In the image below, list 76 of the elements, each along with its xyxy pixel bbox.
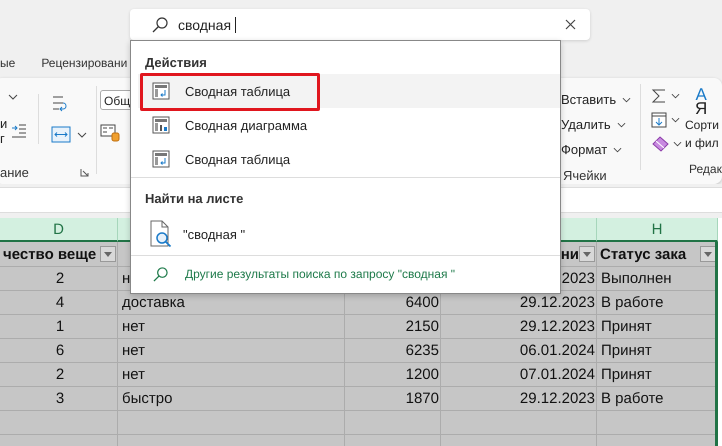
table-cell: 06.01.2024 — [441, 339, 597, 363]
table-cell: В работе — [597, 291, 718, 315]
section-title: Найти на листе — [145, 190, 244, 208]
caret-icon[interactable] — [613, 146, 622, 152]
table-cell: 2 — [0, 267, 118, 291]
ribbon-button[interactable]: Удалить — [561, 117, 611, 132]
table-cell: Выполнен — [597, 267, 718, 291]
sort-button-label[interactable]: Сорти — [685, 116, 719, 134]
table-cell: 1200 — [345, 363, 441, 387]
pivot-table-icon — [152, 150, 170, 168]
sort-button-label[interactable]: и фил — [685, 134, 719, 152]
caret-icon[interactable] — [671, 93, 680, 99]
ribbon-tab[interactable]: Рецензировани — [41, 56, 128, 70]
table-cell: Принят — [597, 339, 718, 363]
search-field[interactable]: сводная — [130, 9, 590, 40]
table-cell: нет — [118, 339, 345, 363]
caret-icon[interactable] — [673, 141, 682, 147]
table-cell: 1 — [0, 315, 118, 339]
button-label-fragment: г — [0, 131, 6, 146]
dialog-launcher-icon[interactable] — [80, 168, 89, 176]
table-cell: нет — [118, 315, 345, 339]
caret-icon[interactable] — [622, 96, 632, 102]
wrap-text-icon[interactable] — [51, 94, 69, 114]
search-icon — [153, 266, 168, 282]
indent-icon[interactable] — [11, 124, 28, 138]
close-icon[interactable] — [565, 19, 576, 30]
result-item[interactable]: "сводная " — [138, 214, 560, 254]
ribbon-button[interactable]: Формат — [561, 142, 608, 157]
table-cell: 4 — [0, 291, 118, 315]
filter-button[interactable] — [100, 246, 116, 262]
ribbon-tab[interactable]: ые — [0, 56, 16, 70]
eraser-icon[interactable] — [651, 136, 669, 152]
table-cell: Принят — [597, 363, 718, 387]
filter-button[interactable] — [579, 246, 595, 262]
header-text: ни — [560, 246, 579, 262]
pivot-table-icon — [152, 82, 170, 100]
caret-icon[interactable] — [616, 122, 626, 128]
table-cell: 29.12.2023 — [441, 387, 597, 411]
result-item[interactable]: Сводная диаграмма — [138, 108, 560, 142]
table-cell: 07.01.2024 — [441, 363, 597, 387]
result-item[interactable]: Сводная таблица — [138, 74, 560, 108]
result-item[interactable]: Сводная таблица — [138, 142, 560, 176]
sum-icon[interactable] — [651, 88, 667, 104]
section-title: Действия — [145, 54, 207, 72]
table-cell: 29.12.2023 — [441, 291, 597, 315]
column-header[interactable]: H — [597, 218, 718, 242]
table-cell: 2 — [0, 363, 118, 387]
header-text: чество веще — [3, 246, 96, 262]
group-label: Редак — [689, 162, 722, 176]
table-cell: 29.12.2023 — [441, 315, 597, 339]
filter-button[interactable] — [700, 246, 716, 262]
sort-icon[interactable]: А Я — [695, 86, 708, 116]
column-header[interactable]: D — [0, 218, 118, 242]
table-cell: 3 — [0, 387, 118, 411]
fill-down-icon[interactable] — [651, 112, 667, 128]
ribbon-button[interactable]: Вставить — [561, 92, 616, 107]
group-label: Ячейки — [563, 168, 608, 183]
merge-cells-icon[interactable] — [51, 126, 71, 143]
pivot-chart-icon — [152, 116, 170, 134]
button-label-fragment: и — [0, 116, 8, 131]
caret-icon[interactable] — [8, 94, 18, 100]
search-icon — [152, 16, 168, 32]
number-format-field[interactable]: Общ — [100, 90, 130, 110]
table-cell: 6235 — [345, 339, 441, 363]
table-cell: Принят — [597, 315, 718, 339]
table-cell: 1870 — [345, 387, 441, 411]
table-cell: нет — [118, 363, 345, 387]
header-text: Статус зака — [600, 246, 686, 262]
table-cell: быстро — [118, 387, 345, 411]
table-cell: В работе — [597, 387, 718, 411]
caret-icon[interactable] — [77, 132, 87, 138]
conditional-format-icon[interactable] — [100, 124, 120, 142]
table-cell: 6 — [0, 339, 118, 363]
table-cell: 2150 — [345, 315, 441, 339]
caret-icon[interactable] — [671, 117, 680, 123]
group-label: ание — [0, 164, 29, 180]
